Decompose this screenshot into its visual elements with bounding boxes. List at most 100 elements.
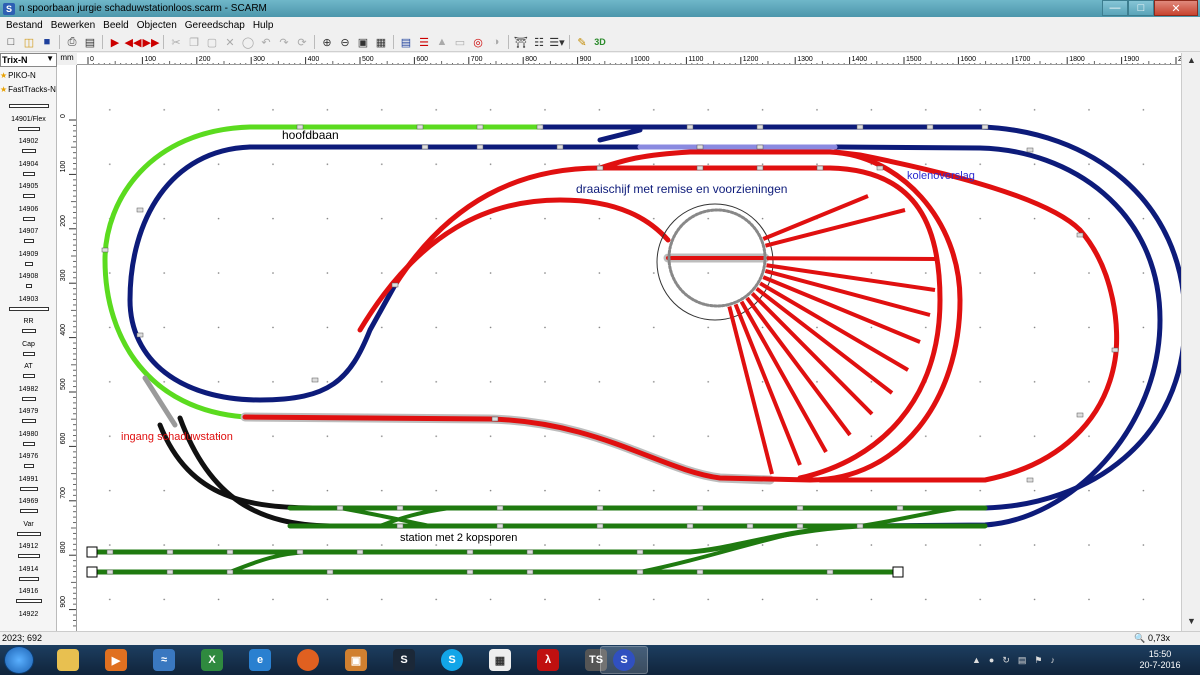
list-icon[interactable]: ☰▾ <box>548 34 566 50</box>
part-item[interactable]: 14982 <box>0 371 57 394</box>
menu-gereedschap[interactable]: Gereedschap <box>181 20 249 31</box>
part-item[interactable]: 14901/Flex <box>0 101 57 124</box>
paste-icon[interactable]: ▢ <box>203 34 221 50</box>
part-item[interactable]: 14922 <box>0 596 57 619</box>
menu-objecten[interactable]: Objecten <box>133 20 181 31</box>
measure-icon[interactable]: ✎ <box>573 34 591 50</box>
network-button[interactable]: ≈ <box>140 646 188 674</box>
maximize-button[interactable]: □ <box>1128 0 1154 16</box>
start-button[interactable] <box>4 646 34 674</box>
delete-icon[interactable]: ✕ <box>221 34 239 50</box>
scarm-button[interactable]: S <box>600 646 648 674</box>
vertical-scrollbar[interactable]: ▲ ▼ <box>1181 53 1200 631</box>
explorer-button[interactable] <box>44 646 92 674</box>
terrain-icon[interactable]: ▲ <box>433 34 451 50</box>
minimize-button[interactable]: — <box>1102 0 1128 16</box>
copy-icon[interactable]: ❐ <box>185 34 203 50</box>
clock[interactable]: 15:50 20-7-2016 <box>1138 649 1182 671</box>
part-item[interactable]: 14976 <box>0 439 57 462</box>
tray-network-icon[interactable]: ▤ <box>1018 655 1027 666</box>
part-item[interactable]: 14907 <box>0 214 57 237</box>
part-item[interactable]: AT <box>0 349 57 372</box>
scarm-app-icon[interactable]: S <box>3 2 15 15</box>
track-joint <box>596 505 604 511</box>
horizontal-ruler: 0 100 200 300 400 500 600 700 800 900 1000 1100 1200… <box>77 53 1181 65</box>
track-part-icon <box>8 306 49 311</box>
close-button[interactable]: ✕ <box>1154 0 1198 16</box>
menu-hulp[interactable]: Hulp <box>249 20 278 31</box>
zoom-in-icon[interactable]: ⊕ <box>318 34 336 50</box>
turntable-stall-track[interactable] <box>766 256 939 261</box>
cut-icon[interactable]: ✂ <box>167 34 185 50</box>
zoom-out-icon[interactable]: ⊖ <box>336 34 354 50</box>
track-layer-icon[interactable]: ☰ <box>415 34 433 50</box>
undo-icon[interactable]: ↶ <box>257 34 275 50</box>
buffer-stop-icon[interactable] <box>86 546 98 558</box>
layout-canvas[interactable]: hoofdbaan draaischijf met remise en voor… <box>77 65 1181 631</box>
part-item[interactable]: 14904 <box>0 146 57 169</box>
part-item[interactable]: 14991 <box>0 461 57 484</box>
part-label: 14912 <box>18 543 39 550</box>
part-item[interactable]: Cap <box>0 326 57 349</box>
calculator-button[interactable]: ▦ <box>476 646 524 674</box>
tray-app-icon[interactable]: ● <box>989 655 994 665</box>
fast-forward-icon[interactable]: ▶▶ <box>142 34 160 50</box>
scroll-up-icon[interactable]: ▲ <box>1185 55 1198 68</box>
part-item[interactable]: Var <box>0 506 57 529</box>
bridge-icon[interactable]: ⛩ <box>512 34 530 50</box>
library-piko[interactable]: ★ PIKO-N <box>0 69 57 82</box>
buffer-stop-icon[interactable] <box>86 566 98 578</box>
zoom-fit-icon[interactable]: ▣ <box>354 34 372 50</box>
acrobat-button[interactable]: λ <box>524 646 572 674</box>
media-player-button[interactable]: ▶ <box>92 646 140 674</box>
part-item[interactable]: 14912 <box>0 529 57 552</box>
scroll-down-icon[interactable]: ▼ <box>1185 616 1198 629</box>
part-item[interactable]: 14902 <box>0 124 57 147</box>
part-item[interactable]: RR <box>0 304 57 327</box>
package-button[interactable]: ▣ <box>332 646 380 674</box>
buffer-stop-icon[interactable] <box>892 566 904 578</box>
part-item[interactable]: 14905 <box>0 169 57 192</box>
menu-beeld[interactable]: Beeld <box>99 20 133 31</box>
excel-button[interactable]: X <box>188 646 236 674</box>
object-icon[interactable]: ▭ <box>451 34 469 50</box>
library-select[interactable]: Trix-N ▼ <box>0 53 57 67</box>
print-icon[interactable]: ⎙ <box>63 34 81 50</box>
skype-button[interactable]: S <box>428 646 476 674</box>
ie-button[interactable]: e <box>236 646 284 674</box>
part-item[interactable]: 14914 <box>0 551 57 574</box>
redo-icon[interactable]: ↷ <box>275 34 293 50</box>
print-preview-icon[interactable]: ▤ <box>81 34 99 50</box>
layers-icon[interactable]: ▤ <box>397 34 415 50</box>
part-item[interactable]: 14903 <box>0 281 57 304</box>
zoom-1-1-icon[interactable]: ▦ <box>372 34 390 50</box>
library-fasttracks[interactable]: ★ FastTracks-N <box>0 83 57 96</box>
part-item[interactable]: 14908 <box>0 259 57 282</box>
3d-view-icon[interactable]: 3D <box>591 34 609 50</box>
tray-volume-icon[interactable]: ♪ <box>1051 655 1056 665</box>
tray-flag-icon[interactable]: ⚑ <box>1034 655 1042 666</box>
part-item[interactable]: 14980 <box>0 416 57 439</box>
part-item[interactable]: 14969 <box>0 484 57 507</box>
connect-icon[interactable]: ◎ <box>469 34 487 50</box>
rewind-icon[interactable]: ◀◀ <box>124 34 142 50</box>
join-icon[interactable]: ◑ <box>487 34 505 50</box>
part-item[interactable]: 14906 <box>0 191 57 214</box>
part-item[interactable]: 14979 <box>0 394 57 417</box>
tray-sync-icon[interactable]: ↻ <box>1002 655 1010 666</box>
open-folder-icon[interactable]: ◫ <box>20 34 38 50</box>
steam-button[interactable]: S <box>380 646 428 674</box>
new-file-icon[interactable]: □ <box>2 34 20 50</box>
menu-bewerken[interactable]: Bewerken <box>47 20 99 31</box>
play-icon[interactable]: ▶ <box>106 34 124 50</box>
part-item[interactable]: 14909 <box>0 236 57 259</box>
tracks-icon[interactable]: ☷ <box>530 34 548 50</box>
tray-arrow-icon[interactable]: ▲ <box>972 655 981 665</box>
save-icon[interactable]: ■ <box>38 34 56 50</box>
part-item[interactable]: 14916 <box>0 574 57 597</box>
menu-bestand[interactable]: Bestand <box>2 20 47 31</box>
track-part-icon <box>22 441 35 446</box>
select-icon[interactable]: ◯ <box>239 34 257 50</box>
firefox-button[interactable] <box>284 646 332 674</box>
refresh-icon[interactable]: ⟳ <box>293 34 311 50</box>
